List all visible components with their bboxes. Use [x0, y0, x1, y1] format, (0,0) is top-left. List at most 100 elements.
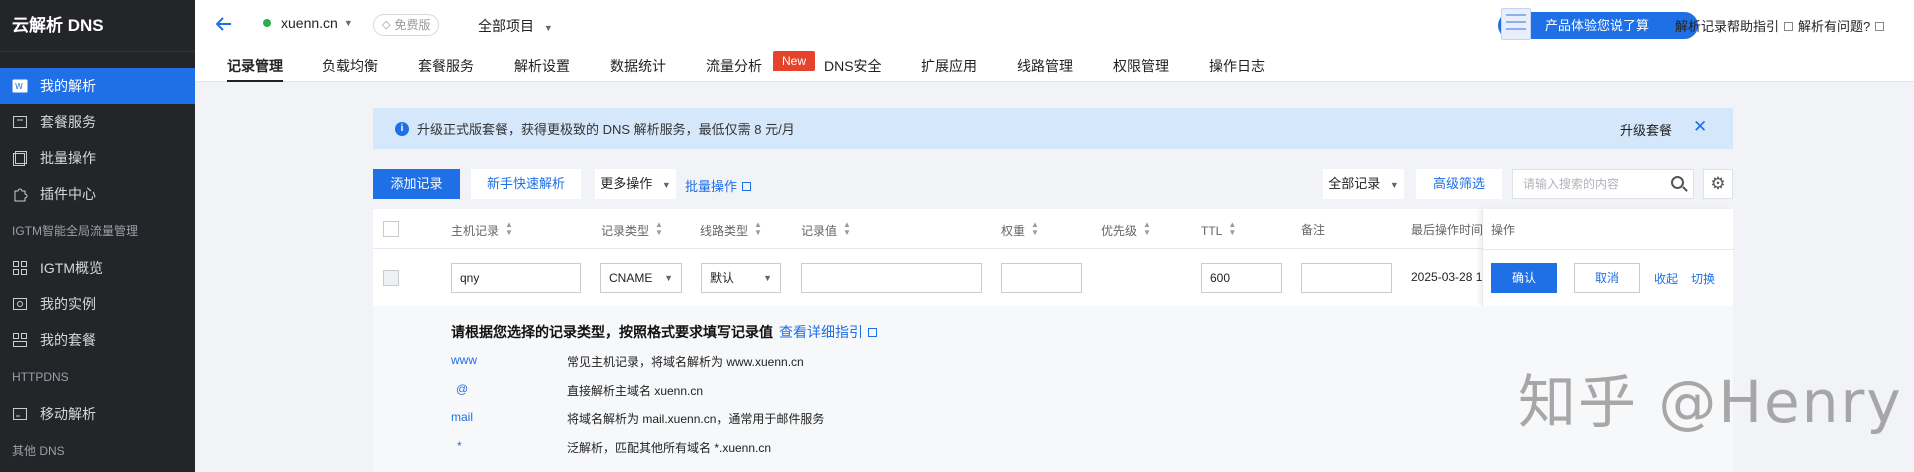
remark-input[interactable]	[1301, 263, 1392, 293]
chevron-down-icon: ▼	[343, 18, 353, 28]
record-filter-dropdown[interactable]: 全部记录 ▼	[1323, 169, 1404, 199]
weight-input[interactable]	[1001, 263, 1082, 293]
hint-title: 请根据您选择的记录类型，按照格式要求填写记录值	[451, 324, 773, 340]
hint-key: *	[457, 439, 462, 453]
hint-desc: 将域名解析为 mail.xuenn.cn，通常用于邮件服务	[567, 412, 825, 426]
switch-link[interactable]: 切换	[1691, 270, 1715, 287]
status-dot	[263, 19, 271, 27]
hint-row: www 常见主机记录，将域名解析为 www.xuenn.cn	[373, 353, 1073, 369]
tab-statistics[interactable]: 数据统计	[610, 56, 666, 82]
tab-dns-security[interactable]: DNS安全	[824, 56, 882, 82]
sidebar-item-my-dns[interactable]: W 我的解析	[0, 68, 195, 104]
plan-icon	[12, 332, 28, 348]
sidebar-item-label: 我的实例	[40, 296, 96, 312]
close-icon[interactable]: ✕	[1693, 117, 1707, 137]
sidebar-item-batch[interactable]: 批量操作	[0, 140, 195, 176]
col-host-label: 主机记录	[451, 224, 500, 238]
line-type-value: 默认	[710, 271, 735, 285]
chevron-down-icon: ▼	[664, 273, 673, 283]
host-input[interactable]: qny	[451, 263, 581, 293]
sort-icon: ▲ ▼	[843, 220, 851, 237]
sidebar-item-label: IGTM概览	[40, 260, 103, 276]
more-actions-label: 更多操作	[600, 176, 653, 191]
tab-traffic-analysis[interactable]: 流量分析	[706, 56, 762, 82]
hint-row: @ 直接解析主域名 xuenn.cn	[378, 382, 1078, 398]
sidebar-item-my-plan[interactable]: 我的套餐	[0, 322, 195, 358]
search-icon[interactable]	[1671, 176, 1684, 189]
cancel-button[interactable]: 取消	[1574, 263, 1640, 293]
search-input[interactable]: 请输入搜索的内容	[1512, 169, 1694, 199]
plugin-icon	[12, 186, 28, 202]
col-line[interactable]: 线路类型 ▲ ▼	[700, 221, 762, 239]
divider	[1483, 249, 1734, 250]
tab-package-service[interactable]: 套餐服务	[418, 56, 474, 82]
col-weight[interactable]: 权重 ▲ ▼	[1001, 221, 1039, 239]
line-type-select[interactable]: 默认 ▼	[701, 263, 781, 293]
advanced-filter-button[interactable]: 高级筛选	[1416, 169, 1502, 199]
sort-icon: ▲ ▼	[655, 220, 663, 237]
help-guide-link[interactable]: 解析记录帮助指引	[1675, 16, 1794, 35]
record-value-input[interactable]	[801, 263, 982, 293]
chevron-down-icon: ▼	[661, 180, 671, 190]
col-priority[interactable]: 优先级 ▲ ▼	[1101, 221, 1151, 239]
add-record-button[interactable]: 添加记录	[373, 169, 460, 199]
plan-badge: ◇ 免费版	[373, 14, 440, 36]
quick-setup-button[interactable]: 新手快速解析	[471, 169, 581, 199]
upgrade-link[interactable]: 升级套餐	[1620, 120, 1672, 139]
sidebar-item-igtm-overview[interactable]: IGTM概览	[0, 250, 195, 286]
batch-link-label: 批量操作	[685, 179, 738, 194]
hint-key: www	[451, 353, 477, 367]
guide-link[interactable]: 查看详细指引	[779, 322, 877, 342]
diamond-icon: ◇	[382, 19, 391, 31]
tab-record-management[interactable]: 记录管理	[227, 56, 283, 82]
grid-icon	[12, 260, 28, 276]
external-link-icon	[868, 328, 877, 337]
col-value-label: 记录值	[801, 224, 838, 238]
instance-icon	[12, 296, 28, 312]
back-arrow-icon[interactable]	[215, 15, 235, 35]
domain-name: xuenn.cn	[281, 15, 338, 31]
tab-operation-log[interactable]: 操作日志	[1209, 56, 1265, 82]
sidebar: 云解析 DNS W 我的解析 套餐服务 批量操作 插件中心 IGTM智能全局流量…	[0, 0, 195, 472]
new-badge: New	[773, 51, 815, 71]
select-all-checkbox[interactable]	[383, 221, 399, 237]
tab-permissions[interactable]: 权限管理	[1113, 56, 1169, 82]
batch-operation-link[interactable]: 批量操作	[685, 176, 752, 195]
tab-dns-settings[interactable]: 解析设置	[514, 56, 570, 82]
collapse-link[interactable]: 收起	[1654, 270, 1678, 287]
sidebar-item-plugin[interactable]: 插件中心	[0, 176, 195, 212]
col-host[interactable]: 主机记录 ▲ ▼	[451, 221, 513, 239]
hint-key: @	[456, 382, 469, 396]
ttl-input[interactable]: 600	[1201, 263, 1282, 293]
top-header: xuenn.cn ▼ ◇ 免费版 全部项目 ▼ 产品体验您说了算 解析记录帮助指…	[195, 0, 1914, 52]
sidebar-item-my-instance[interactable]: 我的实例	[0, 286, 195, 322]
record-type-select[interactable]: CNAME ▼	[600, 263, 682, 293]
watermark: 知乎 @Henry	[1518, 368, 1903, 436]
sidebar-item-package[interactable]: 套餐服务	[0, 104, 195, 140]
more-actions-dropdown[interactable]: 更多操作 ▼	[595, 169, 676, 199]
tab-extensions[interactable]: 扩展应用	[921, 56, 977, 82]
question-link[interactable]: 解析有问题?	[1798, 16, 1885, 35]
domain-selector[interactable]: xuenn.cn ▼	[263, 15, 353, 31]
external-link-icon	[1784, 22, 1794, 31]
sidebar-item-label: 我的套餐	[40, 332, 96, 348]
hint-row: * 泛解析，匹配其他所有域名 *.xuenn.cn	[379, 439, 1079, 455]
batch-icon	[12, 150, 28, 166]
sidebar-item-label: 移动解析	[40, 406, 96, 422]
tab-load-balancing[interactable]: 负载均衡	[322, 56, 378, 82]
search-placeholder: 请输入搜索的内容	[1523, 177, 1620, 191]
col-line-label: 线路类型	[700, 224, 749, 238]
gear-icon[interactable]: ⚙	[1703, 169, 1733, 199]
guide-link-label: 查看详细指引	[779, 324, 863, 340]
col-value[interactable]: 记录值 ▲ ▼	[801, 221, 851, 239]
tab-line-management[interactable]: 线路管理	[1017, 56, 1073, 82]
sidebar-item-mobile-dns[interactable]: 移动解析	[0, 396, 195, 432]
hint-key: mail	[451, 410, 474, 424]
chevron-down-icon: ▼	[543, 23, 553, 33]
project-selector[interactable]: 全部项目 ▼	[478, 16, 553, 36]
record-type-value: CNAME	[609, 271, 653, 285]
col-type[interactable]: 记录类型 ▲ ▼	[601, 221, 663, 239]
confirm-button[interactable]: 确认	[1491, 263, 1557, 293]
col-ttl[interactable]: TTL ▲ ▼	[1201, 221, 1236, 239]
sidebar-section-other: 其他 DNS	[12, 444, 65, 458]
